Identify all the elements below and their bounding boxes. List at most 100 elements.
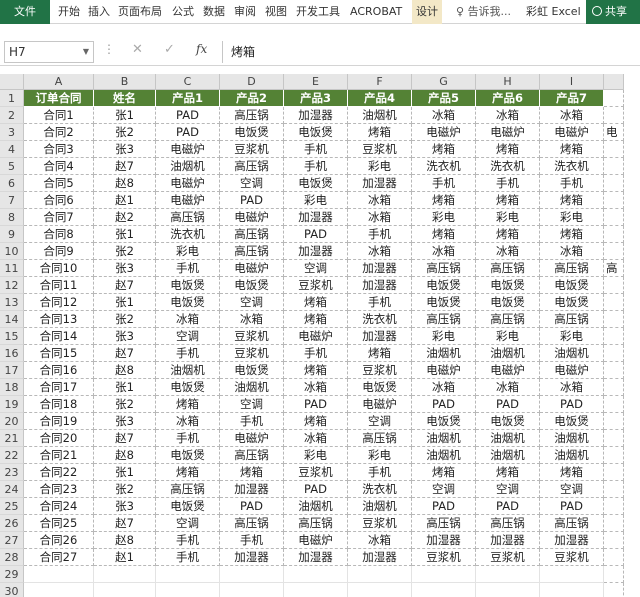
table-cell[interactable]: 张1	[94, 294, 156, 311]
overflow-cell[interactable]	[604, 396, 624, 413]
overflow-cell[interactable]	[604, 583, 624, 597]
table-cell[interactable]: 烤箱	[476, 464, 540, 481]
row-header[interactable]: 26	[0, 515, 24, 532]
table-cell[interactable]: 高压锅	[220, 107, 284, 124]
table-cell[interactable]: 张2	[94, 481, 156, 498]
table-cell[interactable]: 电饭煲	[540, 413, 604, 430]
table-cell[interactable]: 电饭煲	[156, 498, 220, 515]
table-cell[interactable]: 冰箱	[284, 430, 348, 447]
insert-function-icon[interactable]: fx	[196, 42, 207, 56]
table-cell[interactable]: 烤箱	[284, 413, 348, 430]
table-cell[interactable]: 彩电	[412, 328, 476, 345]
table-cell[interactable]: 彩电	[284, 447, 348, 464]
table-cell[interactable]: 冰箱	[412, 379, 476, 396]
table-cell[interactable]: 油烟机	[220, 379, 284, 396]
tell-me-box[interactable]: ♀ 告诉我...	[456, 0, 511, 24]
row-header[interactable]: 9	[0, 226, 24, 243]
header-cell[interactable]: 产品2	[220, 90, 284, 107]
table-cell[interactable]: 赵7	[94, 515, 156, 532]
row-header[interactable]: 10	[0, 243, 24, 260]
table-cell[interactable]: 手机	[476, 175, 540, 192]
table-cell[interactable]: 烤箱	[348, 345, 412, 362]
tab-developer[interactable]: 开发工具	[296, 0, 340, 24]
table-cell[interactable]: 空调	[156, 515, 220, 532]
table-cell[interactable]: 烤箱	[412, 226, 476, 243]
tab-formulas[interactable]: 公式	[172, 0, 194, 24]
table-cell[interactable]: 烤箱	[412, 141, 476, 158]
table-cell[interactable]: 合同11	[24, 277, 94, 294]
table-cell[interactable]: 电饭煲	[412, 294, 476, 311]
empty-cell[interactable]	[24, 566, 94, 583]
overflow-cell[interactable]	[604, 430, 624, 447]
table-cell[interactable]: 张3	[94, 328, 156, 345]
overflow-cell[interactable]	[604, 192, 624, 209]
column-header[interactable]: G	[412, 74, 476, 90]
table-cell[interactable]: 空调	[476, 481, 540, 498]
table-cell[interactable]: 冰箱	[348, 192, 412, 209]
table-cell[interactable]: 油烟机	[412, 430, 476, 447]
row-header[interactable]: 7	[0, 192, 24, 209]
table-cell[interactable]: PAD	[220, 498, 284, 515]
row-header[interactable]: 27	[0, 532, 24, 549]
table-cell[interactable]: 合同8	[24, 226, 94, 243]
table-cell[interactable]: 手机	[220, 532, 284, 549]
table-cell[interactable]: 手机	[348, 464, 412, 481]
empty-cell[interactable]	[540, 583, 604, 597]
name-box[interactable]: H7 ▼	[4, 41, 94, 63]
overflow-cell[interactable]	[604, 515, 624, 532]
table-cell[interactable]: 冰箱	[284, 379, 348, 396]
table-cell[interactable]: 张1	[94, 464, 156, 481]
tab-page-layout[interactable]: 页面布局	[118, 0, 162, 24]
table-cell[interactable]: 加湿器	[284, 107, 348, 124]
table-cell[interactable]: 烤箱	[476, 226, 540, 243]
header-cell[interactable]: 产品5	[412, 90, 476, 107]
table-cell[interactable]: 手机	[348, 294, 412, 311]
table-cell[interactable]: 赵1	[94, 549, 156, 566]
user-name[interactable]: 彩虹 Excel	[526, 0, 581, 24]
table-cell[interactable]: 电磁炉	[156, 175, 220, 192]
overflow-cell[interactable]	[604, 294, 624, 311]
table-cell[interactable]: 张1	[94, 107, 156, 124]
overflow-cell[interactable]	[604, 158, 624, 175]
overflow-cell[interactable]	[604, 209, 624, 226]
table-cell[interactable]: 加湿器	[348, 260, 412, 277]
row-header[interactable]: 17	[0, 362, 24, 379]
table-cell[interactable]: 洗衣机	[412, 158, 476, 175]
tab-design[interactable]: 设计	[412, 0, 442, 24]
empty-cell[interactable]	[156, 583, 220, 597]
table-cell[interactable]: 手机	[156, 430, 220, 447]
table-cell[interactable]: 合同3	[24, 141, 94, 158]
table-cell[interactable]: 合同14	[24, 328, 94, 345]
table-cell[interactable]: 合同17	[24, 379, 94, 396]
table-cell[interactable]: 高压锅	[476, 515, 540, 532]
empty-cell[interactable]	[348, 583, 412, 597]
table-cell[interactable]: PAD	[220, 192, 284, 209]
row-header[interactable]: 5	[0, 158, 24, 175]
table-cell[interactable]: 冰箱	[540, 379, 604, 396]
overflow-cell[interactable]	[604, 498, 624, 515]
empty-cell[interactable]	[220, 583, 284, 597]
empty-cell[interactable]	[412, 583, 476, 597]
table-cell[interactable]: 电饭煲	[476, 277, 540, 294]
table-cell[interactable]: PAD	[156, 107, 220, 124]
table-cell[interactable]: PAD	[284, 396, 348, 413]
table-cell[interactable]: 合同19	[24, 413, 94, 430]
row-header[interactable]: 25	[0, 498, 24, 515]
table-cell[interactable]: 电磁炉	[284, 532, 348, 549]
column-header[interactable]: H	[476, 74, 540, 90]
table-cell[interactable]: 加湿器	[284, 549, 348, 566]
table-cell[interactable]: 高压锅	[348, 430, 412, 447]
table-cell[interactable]: 冰箱	[412, 107, 476, 124]
empty-cell[interactable]	[220, 566, 284, 583]
table-cell[interactable]: 冰箱	[476, 107, 540, 124]
table-cell[interactable]: 彩电	[348, 158, 412, 175]
table-cell[interactable]: 高压锅	[476, 260, 540, 277]
table-cell[interactable]: 手机	[284, 158, 348, 175]
table-cell[interactable]: 合同20	[24, 430, 94, 447]
table-cell[interactable]: 烤箱	[476, 192, 540, 209]
overflow-cell[interactable]	[604, 413, 624, 430]
table-cell[interactable]: 冰箱	[220, 311, 284, 328]
table-cell[interactable]: 烤箱	[156, 396, 220, 413]
empty-cell[interactable]	[24, 583, 94, 597]
table-cell[interactable]: PAD	[476, 396, 540, 413]
